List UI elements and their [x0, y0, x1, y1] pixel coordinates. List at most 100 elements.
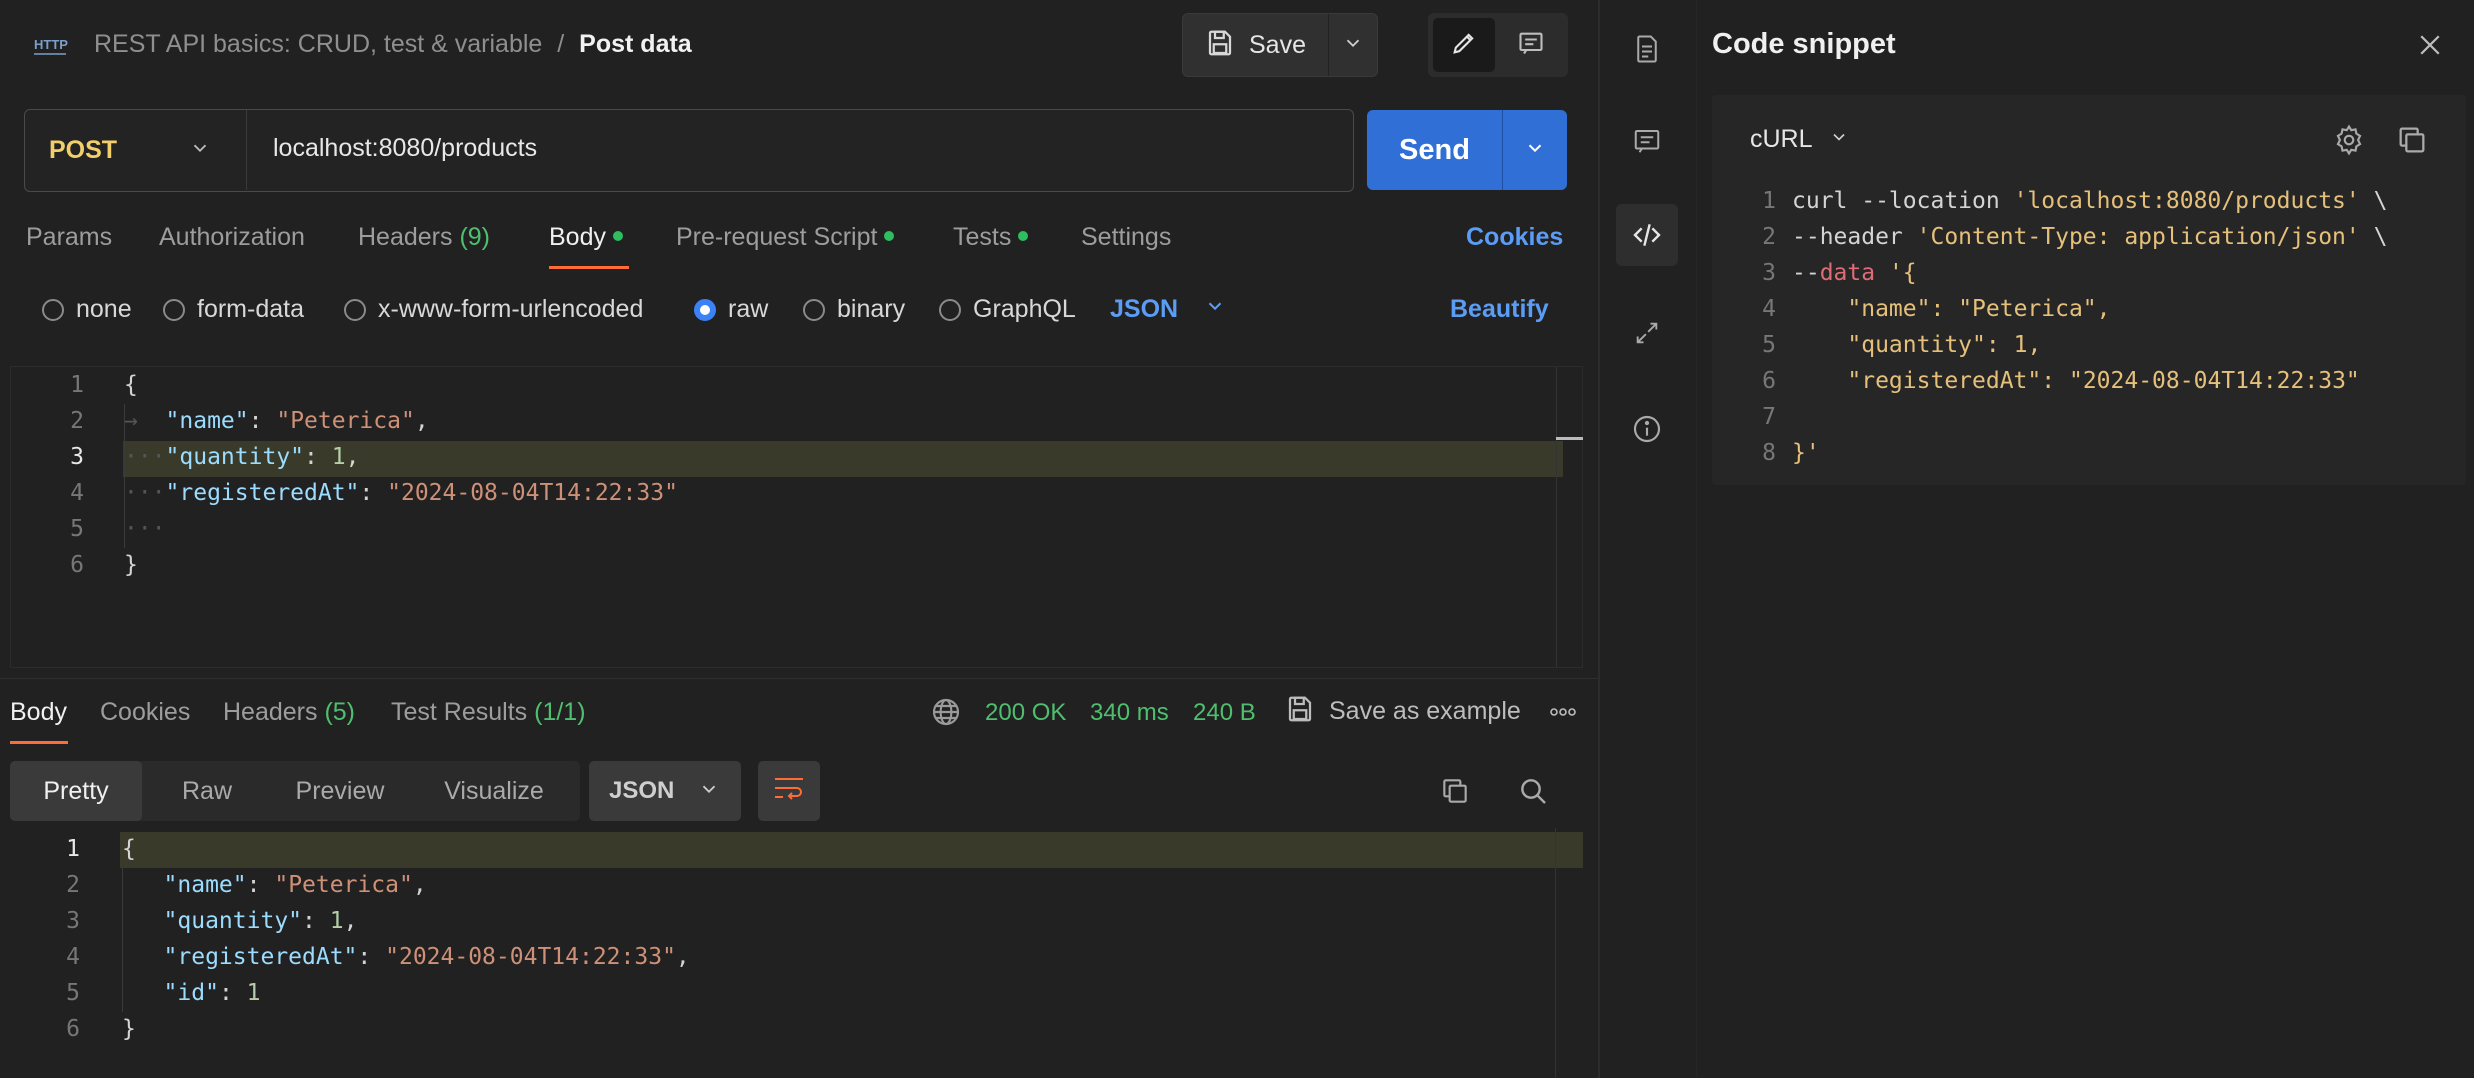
cookies-link[interactable]: Cookies [1466, 223, 1563, 252]
line-number: 3 [70, 444, 84, 470]
test-results-label: Test Results [391, 698, 528, 726]
radio-circle [344, 298, 366, 321]
response-time[interactable]: 340 ms [1090, 699, 1169, 727]
line-number: 1 [66, 836, 80, 862]
beautify-button[interactable]: Beautify [1450, 295, 1549, 324]
viewer-scrollbar[interactable] [1555, 828, 1556, 1078]
comments-icon[interactable] [1616, 110, 1678, 172]
related-collections-icon[interactable] [1616, 302, 1678, 364]
view-pretty[interactable]: Pretty [10, 761, 142, 821]
line-number: 1 [70, 372, 84, 398]
code-line: ···"quantity": 1, [124, 444, 360, 470]
chevron-down-icon [1342, 32, 1364, 59]
documentation-icon[interactable] [1616, 18, 1678, 80]
response-format-select[interactable]: JSON [589, 761, 741, 821]
status-code[interactable]: 200 OK [985, 699, 1066, 727]
send-options-button[interactable] [1503, 110, 1567, 190]
breadcrumb-collection[interactable]: REST API basics: CRUD, test & variable [94, 30, 542, 58]
line-number: 4 [66, 944, 80, 970]
save-label: Save [1249, 30, 1306, 59]
response-headers-count: (5) [324, 698, 356, 726]
tab-prerequest-script[interactable]: Pre-request Script [676, 223, 895, 252]
language-select[interactable]: cURL [1750, 125, 1849, 154]
wrap-lines-button[interactable] [758, 761, 820, 821]
code-line: "quantity": 1, [163, 908, 358, 934]
radio-none[interactable]: none [42, 295, 132, 324]
snippet-line: "registeredAt": "2024-08-04T14:22:33" [1847, 368, 2360, 394]
radio-raw[interactable]: raw [694, 295, 768, 324]
response-tab-cookies[interactable]: Cookies [100, 698, 190, 727]
copy-snippet-icon[interactable] [2395, 123, 2429, 162]
radio-binary[interactable]: binary [803, 295, 905, 324]
body-format-label: JSON [1110, 295, 1179, 323]
line-number: 5 [1762, 332, 1776, 358]
tab-authorization[interactable]: Authorization [159, 223, 305, 252]
code-line: "registeredAt": "2024-08-04T14:22:33", [163, 944, 690, 970]
http-icon: HTTP [32, 30, 70, 60]
json-key: "registeredAt" [163, 944, 358, 970]
chevron-down-icon [189, 137, 211, 164]
view-raw[interactable]: Raw [142, 761, 272, 821]
code-line: } [122, 1016, 136, 1042]
line-number: 2 [70, 408, 84, 434]
copy-icon[interactable] [1439, 775, 1471, 812]
radio-graphql[interactable]: GraphQL [939, 295, 1076, 324]
method-select[interactable]: POST [25, 110, 247, 190]
line-number: 3 [66, 908, 80, 934]
json-value: 1 [246, 980, 261, 1006]
tab-body[interactable]: Body [549, 223, 623, 252]
json-value: "Peterica" [276, 408, 415, 434]
snippet-line: "quantity": 1, [1847, 332, 2042, 358]
code-line: { [124, 372, 138, 398]
url-input[interactable]: localhost:8080/products [273, 134, 537, 163]
view-visualize[interactable]: Visualize [408, 761, 580, 821]
radio-circle-selected [694, 298, 716, 321]
json-key: "name" [163, 872, 247, 898]
info-icon[interactable] [1616, 398, 1678, 460]
snippet-line: curl --location 'localhost:8080/products… [1792, 188, 2388, 214]
json-value: 1 [329, 908, 344, 934]
send-button[interactable]: Send [1367, 110, 1503, 190]
json-key: "id" [163, 980, 219, 1006]
settings-icon[interactable] [2332, 123, 2366, 162]
save-icon [1285, 694, 1315, 729]
body-format-select[interactable]: JSON [1110, 295, 1226, 324]
response-tab-body[interactable]: Body [10, 698, 67, 727]
code-snippet-icon[interactable] [1616, 204, 1678, 266]
wrap-lines-icon [772, 774, 806, 809]
response-format-label: JSON [609, 777, 675, 804]
save-as-example-button[interactable]: Save as example [1285, 694, 1521, 729]
search-icon[interactable] [1517, 775, 1549, 812]
radio-form-data[interactable]: form-data [163, 295, 304, 324]
status-dot [1018, 231, 1029, 242]
tab-tests[interactable]: Tests [953, 223, 1029, 252]
view-preview[interactable]: Preview [272, 761, 408, 821]
more-options-icon[interactable] [1549, 700, 1577, 729]
code-snippet-title: Code snippet [1712, 28, 1896, 60]
globe-icon[interactable] [930, 696, 962, 733]
headers-count: (9) [459, 223, 491, 251]
pane-divider[interactable] [0, 678, 1598, 679]
tab-settings[interactable]: Settings [1081, 223, 1171, 252]
save-options-button[interactable] [1329, 14, 1377, 76]
save-button[interactable]: Save [1183, 14, 1329, 76]
response-tab-headers[interactable]: Headers (5) [223, 698, 355, 727]
comment-mode-button[interactable] [1500, 18, 1562, 72]
tab-params[interactable]: Params [26, 223, 112, 252]
radio-urlencoded-label: x-www-form-urlencoded [378, 295, 644, 323]
response-tab-test-results[interactable]: Test Results (1/1) [391, 698, 586, 727]
code-line: { [122, 836, 136, 862]
edit-mode-button[interactable] [1433, 18, 1495, 72]
radio-circle [163, 298, 185, 321]
line-number: 2 [66, 872, 80, 898]
editor-scrollbar[interactable] [1556, 367, 1557, 667]
close-icon[interactable] [2415, 30, 2445, 65]
tab-headers[interactable]: Headers (9) [358, 223, 490, 252]
tab-underline [10, 741, 68, 744]
response-size[interactable]: 240 B [1193, 699, 1256, 727]
chevron-down-icon [1829, 127, 1849, 152]
radio-urlencoded[interactable]: x-www-form-urlencoded [344, 295, 643, 324]
tab-underline [549, 266, 629, 269]
tab-prerequest-label: Pre-request Script [676, 223, 878, 251]
snippet-line: --header 'Content-Type: application/json… [1792, 224, 2388, 250]
